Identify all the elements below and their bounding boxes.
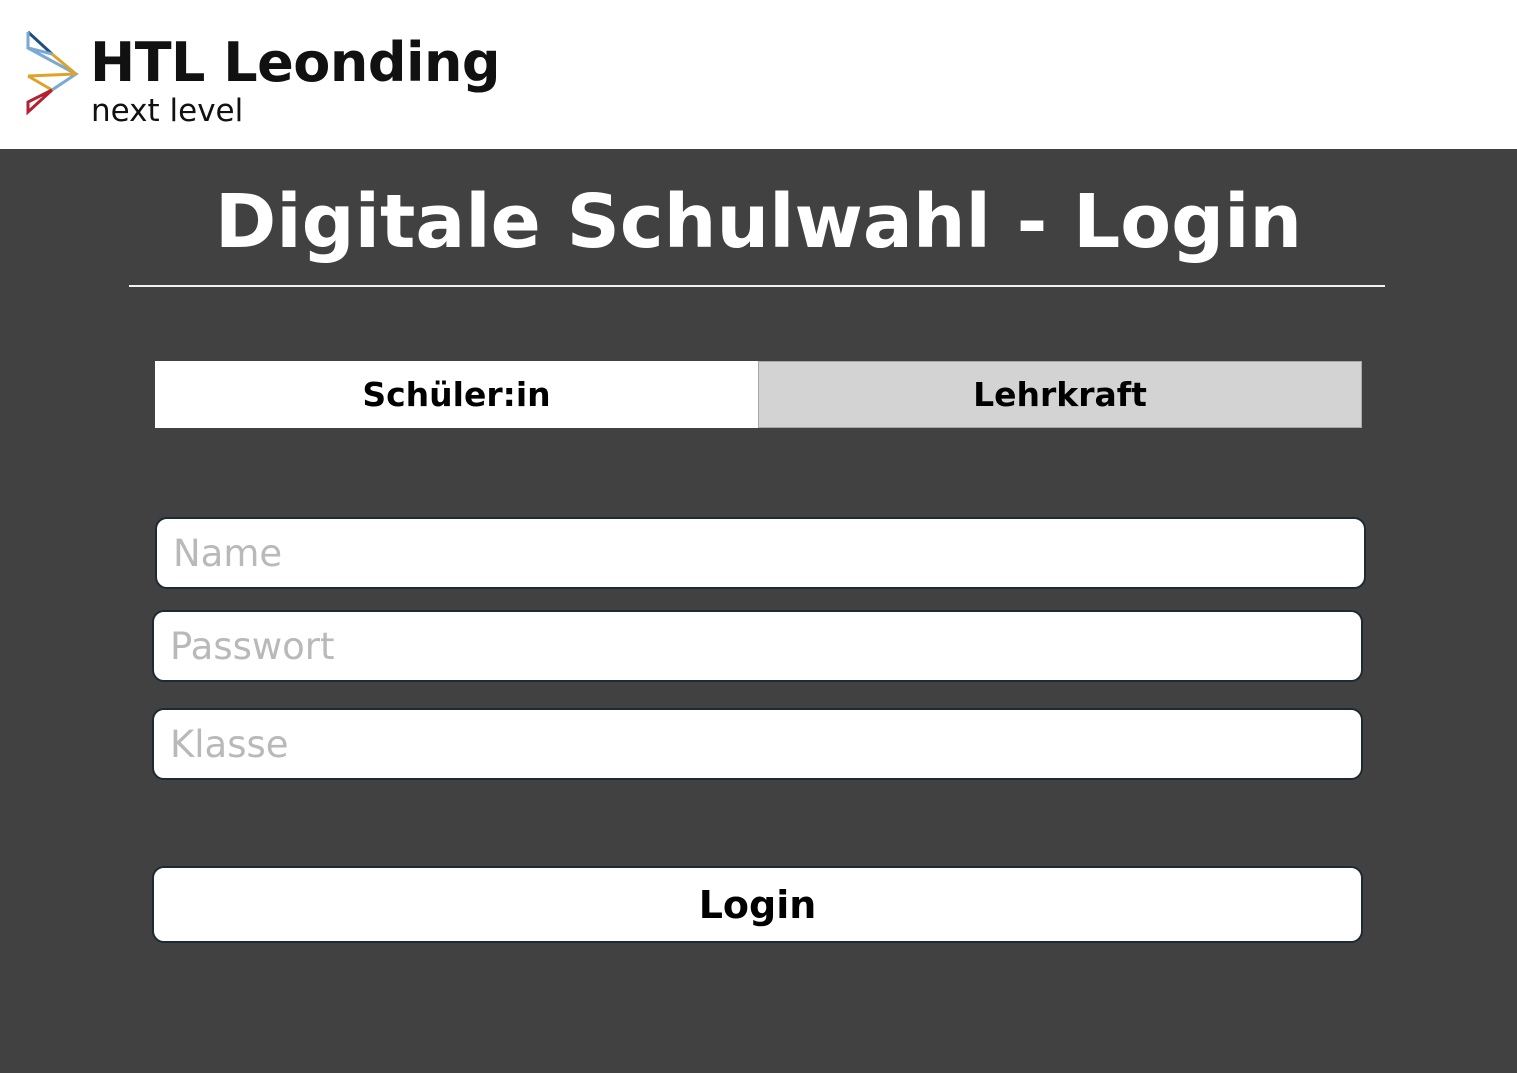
tab-student[interactable]: Schüler:in [155,361,758,428]
htl-chevron-logo-icon [26,30,79,116]
login-button[interactable]: Login [152,866,1363,943]
logo-title: HTL Leonding [90,31,501,94]
title-divider [129,285,1385,287]
header-bar: HTL Leonding next level [0,0,1517,149]
page-title: Digitale Schulwahl - Login [214,179,1303,265]
password-input[interactable] [152,610,1363,682]
tab-teacher[interactable]: Lehrkraft [758,361,1362,428]
class-input[interactable] [152,708,1363,780]
logo-subtitle: next level [91,93,244,129]
name-input[interactable] [155,517,1366,589]
